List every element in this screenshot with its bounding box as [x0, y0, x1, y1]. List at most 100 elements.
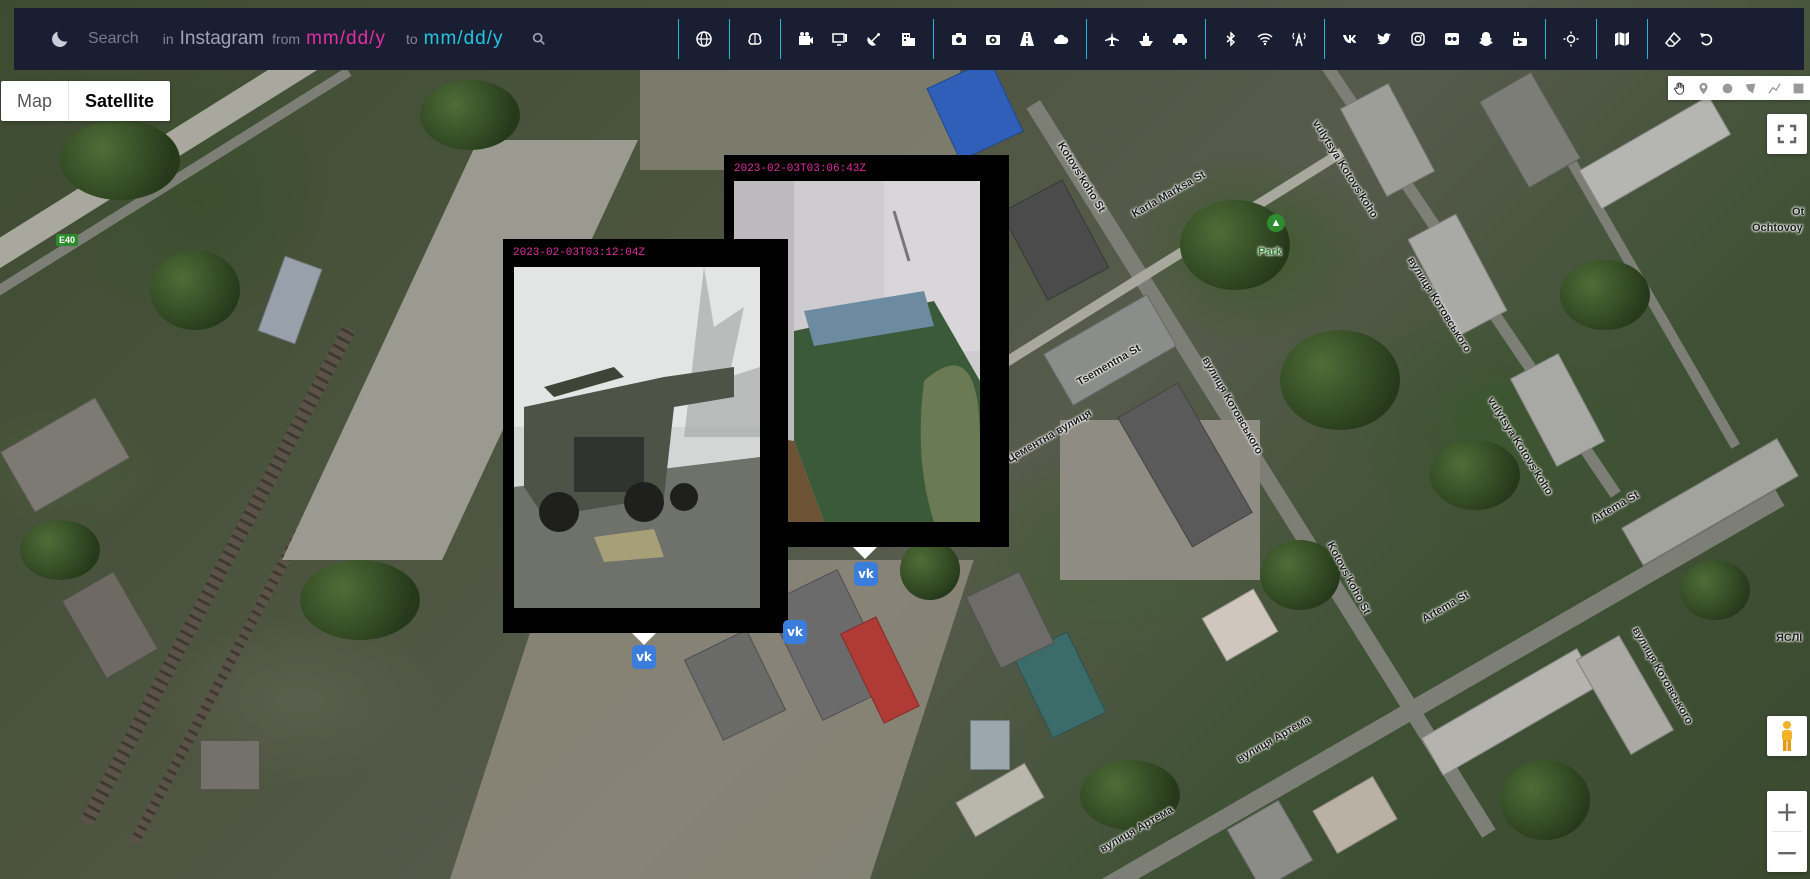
moon-icon: [52, 31, 68, 47]
building: [1421, 647, 1599, 777]
vk-marker-icon[interactable]: vk: [632, 645, 656, 669]
vk-marker-icon[interactable]: vk: [783, 620, 807, 644]
camera-button[interactable]: [942, 22, 976, 56]
cinema-icon: [798, 32, 813, 45]
circle-tool-button[interactable]: [1718, 79, 1736, 97]
search-input[interactable]: Search: [88, 30, 139, 48]
sun-button[interactable]: [1554, 22, 1588, 56]
brain-button[interactable]: [738, 22, 772, 56]
youtube-button[interactable]: [1503, 22, 1537, 56]
tree-cluster: [1500, 760, 1590, 840]
building-button[interactable]: [891, 22, 925, 56]
camera-alt-button[interactable]: [976, 22, 1010, 56]
street-view-pegman-button[interactable]: [1767, 716, 1807, 756]
tree-cluster: [20, 520, 100, 580]
street-label: вулиця Артема: [1235, 713, 1313, 766]
twitter-button[interactable]: [1367, 22, 1401, 56]
road-button[interactable]: [1010, 22, 1044, 56]
car-button[interactable]: [1163, 22, 1197, 56]
globe-icon: [695, 31, 712, 47]
instagram-icon: [1410, 32, 1425, 46]
from-date-input[interactable]: mm/dd/y: [306, 28, 386, 50]
popup-timestamp: 2023-02-03T03:12:04Z: [513, 247, 646, 259]
map-type-satellite-button[interactable]: Satellite: [69, 81, 170, 121]
building: [200, 740, 260, 790]
map-icon: [1614, 32, 1629, 46]
flickr-icon: [1444, 33, 1459, 45]
twitter-icon: [1376, 33, 1391, 45]
fullscreen-button[interactable]: [1767, 114, 1807, 154]
tower-button[interactable]: [1282, 22, 1316, 56]
poi-label: ЯСЛІ: [1776, 632, 1803, 644]
photo-popup[interactable]: 2023-02-03T03:12:04Z: [503, 239, 788, 633]
popup-photo[interactable]: [514, 267, 760, 608]
camera-icon: [951, 33, 966, 45]
tree-cluster: [1430, 440, 1520, 510]
search-icon: [532, 32, 545, 45]
cinema-button[interactable]: [789, 22, 823, 56]
vk-marker-icon[interactable]: vk: [854, 562, 878, 586]
globe-button[interactable]: [687, 22, 721, 56]
ship-button[interactable]: [1129, 22, 1163, 56]
vk-button[interactable]: [1333, 22, 1367, 56]
cloud-button[interactable]: [1044, 22, 1078, 56]
toolbar-separator: [1204, 19, 1206, 59]
source-select[interactable]: Instagram: [180, 28, 264, 50]
street-label: Artema St: [1420, 589, 1472, 626]
marker-tool-button[interactable]: [1694, 79, 1712, 97]
truck-photo-image: [514, 267, 760, 608]
snapchat-button[interactable]: [1469, 22, 1503, 56]
bluetooth-button[interactable]: [1214, 22, 1248, 56]
ship-icon: [1138, 33, 1153, 46]
building: [1578, 95, 1732, 210]
park-poi-icon[interactable]: ▲: [1267, 214, 1285, 232]
search-button[interactable]: [528, 28, 550, 50]
poi-label: Ot: [1792, 206, 1805, 218]
polyline-icon: [1768, 82, 1781, 94]
road-icon: [1019, 32, 1034, 46]
bluetooth-icon: [1226, 31, 1235, 47]
wifi-button[interactable]: [1248, 22, 1282, 56]
tv-button[interactable]: [823, 22, 857, 56]
polygon-tool-button[interactable]: [1742, 79, 1760, 97]
snapchat-icon: [1478, 32, 1493, 46]
poi-label: Park: [1258, 246, 1282, 258]
flickr-button[interactable]: [1435, 22, 1469, 56]
map-button[interactable]: [1605, 22, 1639, 56]
toolbar-separator: [1544, 19, 1546, 59]
yard: [640, 60, 960, 170]
plane-button[interactable]: [1095, 22, 1129, 56]
camera-alt-icon: [985, 35, 1000, 45]
tree-cluster: [1680, 560, 1750, 620]
to-label: to: [405, 31, 418, 47]
map-type-map-button[interactable]: Map: [1, 81, 70, 121]
pegman-icon: [1782, 721, 1792, 751]
satellite-dish-button[interactable]: [857, 22, 891, 56]
theme-toggle-button[interactable]: [46, 25, 74, 53]
instagram-button[interactable]: [1401, 22, 1435, 56]
toolbar-separator: [728, 19, 730, 59]
zoom-in-button[interactable]: +: [1767, 791, 1807, 831]
poi-label: Ochtovoy: [1752, 222, 1803, 234]
tree-cluster: [420, 80, 520, 150]
to-date-input[interactable]: mm/dd/y: [424, 28, 504, 50]
eraser-icon: [1664, 31, 1681, 47]
eraser-button[interactable]: [1656, 22, 1690, 56]
sun-icon: [1563, 31, 1578, 47]
satellite-dish-icon: [866, 33, 880, 46]
toolbar-separator: [1646, 19, 1648, 59]
zoom-out-button[interactable]: −: [1767, 832, 1807, 872]
rectangle-icon: [1793, 83, 1803, 93]
building: [0, 397, 131, 513]
hand-tool-button[interactable]: [1671, 79, 1689, 97]
tree-cluster: [1280, 330, 1400, 430]
app-root: E40 Kotovs'koho St Karla Marksa St vulyt…: [0, 0, 1810, 879]
polyline-tool-button[interactable]: [1765, 79, 1783, 97]
marker-icon: [1699, 82, 1708, 94]
popup-pointer: [853, 547, 877, 559]
undo-button[interactable]: [1690, 22, 1724, 56]
rectangle-tool-button[interactable]: [1789, 79, 1807, 97]
plane-icon: [1104, 32, 1119, 46]
tower-icon: [1291, 32, 1306, 47]
zoom-control: + −: [1767, 791, 1807, 872]
